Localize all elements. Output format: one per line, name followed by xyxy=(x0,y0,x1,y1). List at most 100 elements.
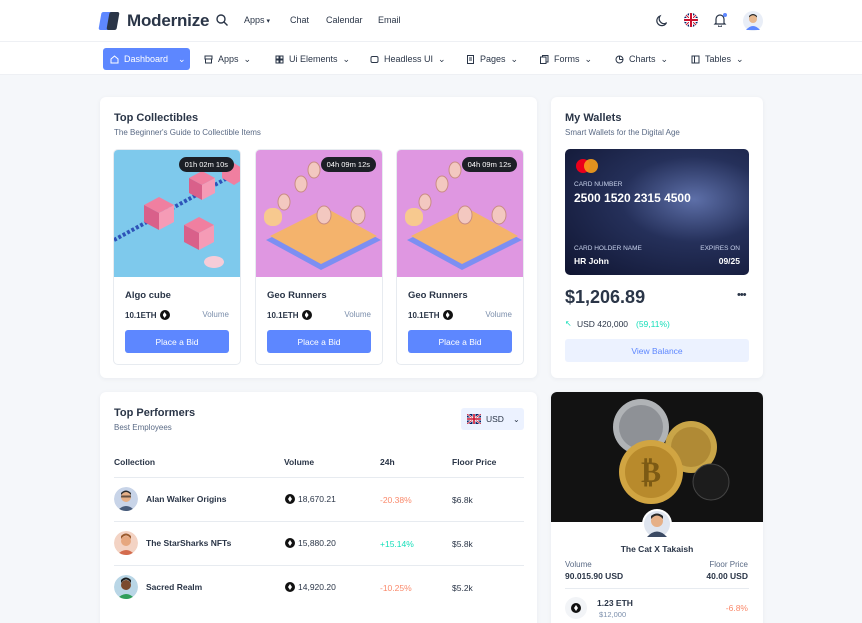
place-bid-button[interactable]: Place a Bid xyxy=(408,330,512,353)
wallet-usd: USD 420,000 xyxy=(577,319,629,329)
copy-icon xyxy=(540,54,549,64)
credit-card[interactable]: CARD NUMBER 2500 1520 2315 4500 CARD HOL… xyxy=(565,149,749,275)
menu-tables[interactable]: Tables ⌄ xyxy=(684,48,751,70)
col-header-volume: Volume xyxy=(284,457,315,467)
view-balance-button[interactable]: View Balance xyxy=(565,339,749,362)
menu-pages-label: Pages xyxy=(480,54,506,64)
chevron-down-icon: ⌄ xyxy=(736,53,744,64)
uk-flag-icon[interactable] xyxy=(684,13,698,27)
mastercard-icon xyxy=(576,159,598,173)
eth-icon xyxy=(285,494,295,504)
eth-icon xyxy=(285,538,295,548)
brand-logo[interactable]: Modernize xyxy=(98,11,210,31)
menu-headless-ui[interactable]: Headless UI ⌄ xyxy=(363,48,453,70)
wallet-change: (59,11%) xyxy=(636,319,670,329)
svg-text:₿: ₿ xyxy=(641,455,661,490)
bell-icon[interactable] xyxy=(713,13,727,27)
card-expires: 09/25 xyxy=(718,256,740,266)
floor-price: $5.2k xyxy=(452,583,473,593)
menu-apps-label: Apps xyxy=(218,54,239,64)
moon-icon[interactable] xyxy=(656,14,669,27)
avatar xyxy=(114,575,138,599)
home-icon xyxy=(110,54,119,63)
performers-subtitle: Best Employees xyxy=(114,423,172,432)
nav-apps[interactable]: Apps ▾ xyxy=(244,15,270,25)
change-24h: -20.38% xyxy=(380,495,412,505)
countdown-timer: 04h 09m 12s xyxy=(461,157,517,172)
nft-eth-usd: $12,000 xyxy=(599,610,627,619)
collectible-card[interactable]: 04h 09m 12s Geo Runners 10.1ETH Volume P… xyxy=(255,149,383,365)
table-row[interactable]: The StarSharks NFTs 15,880.20 +15.14% $5… xyxy=(114,521,524,565)
chevron-down-icon: ⌄ xyxy=(243,53,252,64)
arrow-up-icon: ↖ xyxy=(565,319,572,328)
eth-icon xyxy=(285,582,295,592)
crypto-coins-image: ₿ xyxy=(551,392,763,522)
menu-charts[interactable]: Charts ⌄ xyxy=(608,48,675,70)
card-number-label: CARD NUMBER xyxy=(574,181,623,188)
price-value: 10.1ETH xyxy=(125,310,157,320)
search-icon[interactable] xyxy=(215,13,229,27)
menu-apps[interactable]: Apps ⌄ xyxy=(197,48,258,70)
col-header-floor-price: Floor Price xyxy=(452,457,497,467)
collection-name: The StarSharks NFTs xyxy=(146,538,232,548)
collection-volume: 18,670.21 xyxy=(285,494,336,504)
collectible-name: Geo Runners xyxy=(267,290,327,301)
collection-volume: 14,920.20 xyxy=(285,582,336,592)
currency-select[interactable]: USD ⌄ xyxy=(461,408,524,430)
menu-forms-label: Forms xyxy=(554,54,580,64)
card-number: 2500 1520 2315 4500 xyxy=(574,191,691,205)
menu-charts-label: Charts xyxy=(629,54,656,64)
table-icon xyxy=(691,55,700,63)
floor-price: $6.8k xyxy=(452,495,473,505)
eth-icon xyxy=(159,310,170,320)
volume-label: Volume xyxy=(202,310,229,319)
collectible-card[interactable]: 01h 02m 10s Algo cube 10.1ETH Volume Pla… xyxy=(113,149,241,365)
menu-dashboard[interactable]: Dashboard ⌄ xyxy=(103,48,190,70)
menu-ui-elements[interactable]: Ui Elements ⌄ xyxy=(268,48,357,70)
chevron-down-icon: ⌄ xyxy=(342,53,351,64)
collectible-price: 10.1ETH xyxy=(267,310,312,320)
place-bid-button[interactable]: Place a Bid xyxy=(267,330,371,353)
collection-volume: 15,880.20 xyxy=(285,538,336,548)
card-holder-label: CARD HOLDER NAME xyxy=(574,245,642,252)
avatar xyxy=(114,531,138,555)
currency-value: USD xyxy=(486,414,504,424)
nav-chat[interactable]: Chat xyxy=(290,15,309,25)
menu-pages[interactable]: Pages ⌄ xyxy=(459,48,525,70)
nav-email[interactable]: Email xyxy=(378,15,401,25)
nft-floor-label: Floor Price xyxy=(709,560,748,569)
floor-price: $5.8k xyxy=(452,539,473,549)
wallet-balance: $1,206.89 xyxy=(565,287,646,307)
card-expires-label: EXPIRES ON xyxy=(700,245,740,252)
page-icon xyxy=(467,54,474,64)
nft-change: -6.8% xyxy=(725,603,748,613)
wallets-subtitle: Smart Wallets for the Digital Age xyxy=(565,128,680,137)
eth-icon xyxy=(301,310,312,320)
price-value: 10.1ETH xyxy=(267,310,299,320)
nft-owner-avatar xyxy=(642,509,672,539)
chevron-down-icon: ⌄ xyxy=(660,53,669,64)
countdown-timer: 04h 09m 12s xyxy=(320,157,376,172)
place-bid-button[interactable]: Place a Bid xyxy=(125,330,229,353)
col-header-24h: 24h xyxy=(380,457,395,467)
menu-tables-label: Tables xyxy=(705,54,732,64)
table-row[interactable]: Alan Walker Origins 18,670.21 -20.38% $6… xyxy=(114,477,524,521)
card-holder: HR John xyxy=(574,256,609,266)
layers-icon xyxy=(370,55,379,63)
change-24h: +15.14% xyxy=(380,539,414,549)
volume-label: Volume xyxy=(344,310,371,319)
price-value: 10.1ETH xyxy=(408,310,440,320)
avatar xyxy=(114,487,138,511)
more-icon[interactable]: ••• xyxy=(737,289,747,301)
grid-icon xyxy=(275,55,284,63)
user-avatar[interactable] xyxy=(743,11,763,31)
top-header: Modernize Apps ▾ Chat Calendar Email xyxy=(0,0,862,42)
change-24h: -10.25% xyxy=(380,583,412,593)
brand-name: Modernize xyxy=(127,11,210,30)
uk-flag-icon xyxy=(467,414,481,424)
chevron-down-icon: ⌄ xyxy=(510,53,519,64)
collectible-card[interactable]: 04h 09m 12s Geo Runners 10.1ETH Volume P… xyxy=(396,149,524,365)
menu-forms[interactable]: Forms ⌄ xyxy=(533,48,599,70)
nav-calendar[interactable]: Calendar xyxy=(326,15,363,25)
table-row[interactable]: Sacred Realm 14,920.20 -10.25% $5.2k xyxy=(114,565,524,609)
